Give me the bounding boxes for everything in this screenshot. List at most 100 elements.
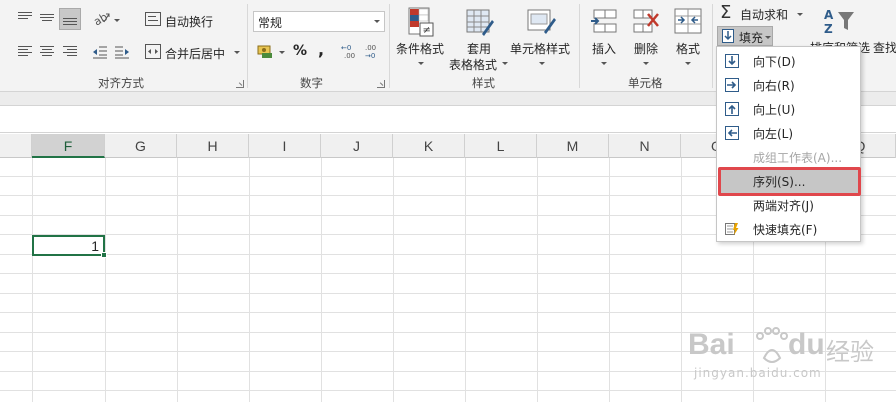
fill-left-icon — [725, 126, 739, 140]
column-header-i[interactable]: I — [249, 134, 321, 158]
column-header-k[interactable]: K — [393, 134, 465, 158]
active-cell-value: 1 — [91, 238, 99, 254]
cell-styles-button[interactable]: 单元格样式 — [510, 4, 574, 68]
chevron-down-icon — [601, 62, 607, 65]
menu-item-label: 向上(U) — [753, 103, 796, 117]
menu-item-fill-down[interactable]: 向下(D) — [718, 49, 859, 73]
column-header-m[interactable]: M — [537, 134, 609, 158]
fill-dropdown-menu: 向下(D) 向右(R) 向上(U) 向左(L) 成组工作表(A)... 序列(S… — [716, 46, 861, 242]
align-bottom-icon — [63, 14, 77, 26]
menu-item-label: 向右(R) — [753, 79, 795, 93]
align-bottom-button[interactable] — [59, 8, 81, 30]
align-right-icon[interactable] — [63, 46, 77, 58]
merge-center-caret[interactable] — [234, 51, 240, 54]
format-as-table-label-line1: 套用 — [467, 42, 492, 56]
annotation-highlight-box — [718, 167, 861, 196]
menu-item-label: 成组工作表(A)... — [753, 151, 843, 165]
cells-group-title: 单元格 — [628, 76, 663, 90]
chevron-down-icon — [765, 36, 771, 39]
svg-text:Z: Z — [824, 22, 833, 36]
baidu-jingyan-watermark: Bai du 经验 jingyan.baidu.com — [688, 314, 888, 384]
menu-item-fill-left[interactable]: 向左(L) — [718, 121, 859, 145]
autosum-button[interactable]: 自动求和 — [740, 6, 788, 23]
chevron-down-icon — [643, 62, 649, 65]
alignment-group-title: 对齐方式 — [98, 76, 144, 90]
group-separator — [247, 4, 248, 88]
number-group-title: 数字 — [300, 76, 323, 90]
decrease-indent-icon[interactable] — [92, 45, 108, 59]
format-as-table-button[interactable]: 套用 表格格式 — [449, 4, 509, 72]
merge-center-icon — [145, 44, 161, 59]
delete-cells-icon — [632, 6, 660, 36]
column-header-h[interactable]: H — [177, 134, 249, 158]
increase-decimal-icon[interactable]: ←0.00 — [341, 42, 359, 60]
svg-text:A: A — [824, 8, 834, 22]
align-top-icon[interactable] — [18, 12, 32, 24]
column-header-n[interactable]: N — [609, 134, 681, 158]
chevron-down-icon — [374, 20, 380, 23]
svg-text:.00: .00 — [365, 44, 376, 52]
watermark-cn: 经验 — [826, 338, 874, 366]
find-select-button[interactable]: 查找 — [873, 39, 896, 56]
styles-group-title: 样式 — [472, 76, 495, 90]
number-format-dropdown[interactable]: 常规 — [253, 11, 385, 32]
menu-item-fill-right[interactable]: 向右(R) — [718, 73, 859, 97]
align-left-icon[interactable] — [18, 46, 32, 58]
grid-line — [0, 293, 896, 294]
menu-item-label: 向下(D) — [753, 55, 796, 69]
comma-style-button[interactable]: , — [318, 40, 324, 59]
accounting-format-icon[interactable] — [257, 43, 273, 59]
chevron-down-icon — [502, 62, 508, 65]
grid-line — [0, 254, 896, 255]
sort-filter-icon: A Z — [822, 6, 856, 36]
fill-handle[interactable] — [101, 252, 107, 258]
format-as-table-label-line2: 表格格式 — [449, 58, 498, 72]
autosum-caret[interactable] — [797, 13, 803, 16]
alignment-dialog-launcher[interactable] — [236, 80, 244, 88]
merge-center-button[interactable]: 合并后居中 — [165, 45, 225, 62]
fill-down-arrow-icon — [722, 29, 734, 43]
column-header-j[interactable]: J — [321, 134, 393, 158]
delete-cells-button[interactable]: 删除 — [626, 4, 666, 68]
svg-text:.00: .00 — [344, 52, 355, 60]
insert-cells-icon — [590, 6, 618, 36]
watermark-url: jingyan.baidu.com — [694, 366, 822, 380]
menu-item-flash-fill[interactable]: 快速填充(F) — [718, 217, 859, 241]
group-separator — [389, 4, 390, 88]
fill-button[interactable]: 填充 — [717, 26, 773, 46]
fill-up-icon — [725, 102, 739, 116]
menu-item-across-worksheets: 成组工作表(A)... — [718, 145, 859, 169]
conditional-formatting-label: 条件格式 — [396, 42, 445, 56]
menu-item-justify[interactable]: 两端对齐(J) — [718, 193, 859, 217]
insert-cells-button[interactable]: 插入 — [584, 4, 624, 68]
format-cells-icon — [672, 6, 704, 36]
accounting-format-caret[interactable] — [279, 51, 285, 54]
wrap-text-button[interactable]: 自动换行 — [165, 13, 213, 30]
align-middle-icon[interactable] — [40, 12, 54, 24]
column-header-l[interactable]: L — [465, 134, 537, 158]
wrap-text-icon — [145, 12, 161, 26]
column-header-f[interactable]: F — [32, 134, 105, 158]
active-cell[interactable]: 1 — [32, 235, 105, 256]
chevron-down-icon — [539, 62, 545, 65]
cell-styles-label: 单元格样式 — [510, 42, 571, 56]
menu-item-label: 快速填充(F) — [753, 223, 818, 237]
text-orientation-caret[interactable] — [114, 19, 120, 22]
increase-indent-icon[interactable] — [114, 45, 130, 59]
decrease-decimal-icon[interactable]: .00 →0 — [364, 42, 382, 60]
svg-text:→0: →0 — [365, 52, 375, 60]
format-cells-button[interactable]: 格式 — [668, 4, 708, 68]
chevron-down-icon — [685, 62, 691, 65]
column-header-g[interactable]: G — [105, 134, 177, 158]
menu-item-fill-up[interactable]: 向上(U) — [718, 97, 859, 121]
number-dialog-launcher[interactable] — [377, 80, 385, 88]
cell-styles-icon — [526, 6, 558, 38]
text-orientation-icon[interactable]: ab — [91, 10, 112, 28]
menu-item-label: 向左(L) — [753, 127, 794, 141]
grid-line — [0, 312, 896, 313]
group-separator — [712, 4, 713, 88]
delete-cells-label: 删除 — [634, 42, 659, 56]
percent-style-button[interactable]: % — [293, 43, 307, 59]
align-center-icon[interactable] — [40, 46, 54, 58]
conditional-formatting-button[interactable]: ≠ 条件格式 — [393, 4, 449, 68]
